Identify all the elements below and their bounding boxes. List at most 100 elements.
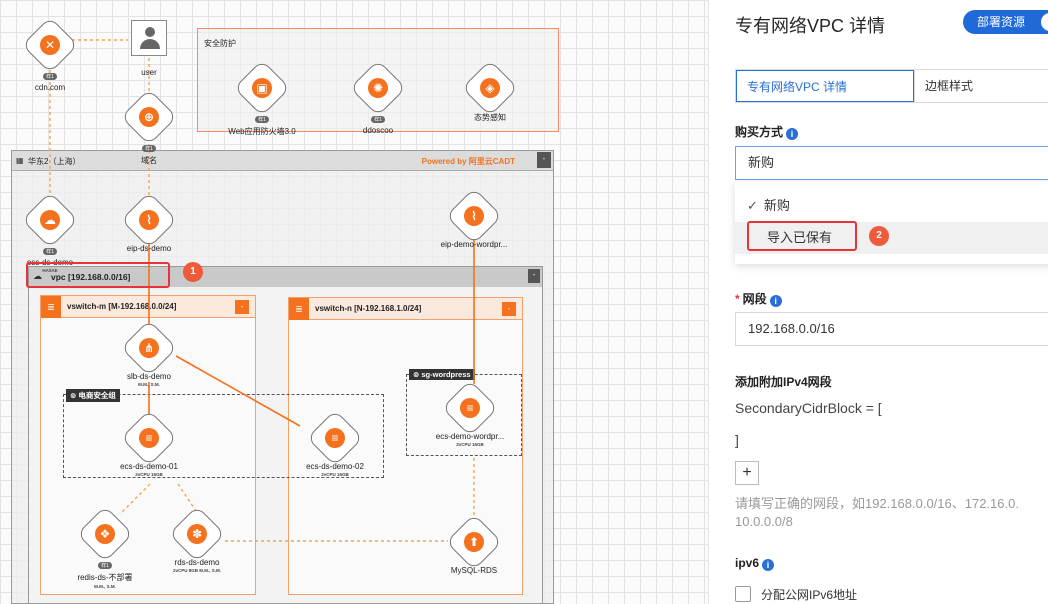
import-option-highlight [747,221,857,251]
region-grid-icon: ▦ [16,156,24,165]
cidr-label: * 网段 i [735,290,782,307]
cdn-icon: ✕ [40,35,60,55]
database-icon: ✽ [187,524,207,544]
node-label: ecs-ds-demo-02 [306,462,364,471]
redis-node[interactable]: ❖ 样1 redis-ds-不部署 M.M., S.M. [60,505,150,589]
user-node[interactable] [131,20,167,56]
node-spec: 2vCPU 16GB [135,472,163,477]
ddos-icon: ✺ [368,78,388,98]
node-tag: 样1 [142,145,156,152]
node-label: Web应用防火墙3.0 [228,127,296,136]
vswitch-m-collapse-button[interactable]: - [235,300,249,314]
panel-title: 专有网络VPC 详情 [735,16,886,36]
node-label: user [141,68,157,77]
architecture-canvas[interactable]: 安全防护 ▦ 华东2（上海） Powered by 阿里云CADT - ☁ vp… [0,0,708,604]
deploy-resources-toggle[interactable]: 部署资源 [963,10,1048,34]
required-mark: * [735,292,740,306]
node-spec: M.M., S.M. [94,584,116,589]
node-label: eip-ds-demo [126,244,172,253]
panel-tabs: 专有网络VPC 详情 边框样式 [735,69,1048,103]
region-title: 华东2（上海） [28,157,81,166]
node-tag: 样1 [98,562,112,569]
secondary-cidr-close: ] [735,432,739,448]
node-label: cdn.com [34,83,66,92]
eip-icon: ⌇ [464,206,484,226]
vswitch-icon: ≣ [289,298,309,320]
node-label: MySQL-RDS [450,566,498,575]
step-badge-2: 2 [869,226,889,246]
situation-awareness-node[interactable]: ◈ 态势感知 [445,59,535,123]
ipv6-checkbox-label[interactable]: 分配公网IPv6地址 [761,586,857,603]
ecs-01-node[interactable]: ≡ ecs-ds-demo-01 2vCPU 16GB [104,409,194,477]
eip-icon: ⌇ [139,210,159,230]
vswitch-m-header: ≣ vswitch-m [M-192.168.0.0/24] - [41,296,255,318]
eip-node[interactable]: ⌇ eip-ds-demo [104,191,194,253]
node-label: ecs-demo-wordpr... [435,432,505,441]
node-label: redis-ds-不部署 [77,573,133,582]
vpc-highlight-box [26,262,170,288]
vswitch-icon: ≣ [41,296,61,318]
buy-method-select[interactable]: 新购 [735,146,1048,180]
vswitch-n-collapse-button[interactable]: - [502,302,516,316]
ecs-wordpress-node[interactable]: ≡ ecs-demo-wordpr... 2vCPU 16GB [425,379,515,447]
info-icon[interactable]: i [762,559,775,571]
user-icon [145,27,155,37]
eip-wordpress-node[interactable]: ⌇ eip-demo-wordpr... [429,187,519,249]
option-new-purchase[interactable]: ✓ 新购 [735,190,1048,222]
domain-node[interactable]: ⊕ 样1 域名 [104,88,194,166]
firewall-icon: ▣ [252,78,272,98]
mysql-icon: ⬆ [464,532,484,552]
vswitch-n-header: ≣ vswitch-n [N-192.168.1.0/24] - [289,298,522,320]
mysql-rds-node[interactable]: ⬆ MySQL-RDS [429,513,519,575]
node-spec: 2vCPU 16GB [321,472,349,477]
vswitch-n-title: vswitch-n [N-192.168.1.0/24] [315,304,422,313]
toggle-knob [1041,13,1048,31]
redis-icon: ❖ [95,524,115,544]
vswitch-m-title: vswitch-m [M-192.168.0.0/24] [67,302,177,311]
node-tag: 样1 [255,116,269,123]
node-tag: 样1 [43,248,57,255]
server-icon: ≡ [325,428,345,448]
node-spec: 2vCPU 16GB [456,442,484,447]
ipv6-checkbox[interactable] [735,586,751,602]
tab-border-style[interactable]: 边框样式 [914,70,1048,102]
server-icon: ≡ [460,398,480,418]
slb-node[interactable]: ⋔ slb-ds-demo M.M., S.M. [104,319,194,387]
node-spec: 2vCPU 8GB M.M., S.M. [172,568,221,573]
waf-node[interactable]: ▣ 样1 Web应用防火墙3.0 [217,59,307,137]
region-collapse-button[interactable]: - [537,152,551,168]
cloud-upload-icon: ☁ [40,210,60,230]
ipv6-label: ipv6 i [735,556,775,571]
node-tag: 样1 [371,116,385,123]
node-label: ecs-ds-demo-01 [120,462,178,471]
ecommerce-sg-label: ⊚ 电商安全组 [66,389,120,402]
node-label: ddoscoo [362,126,394,135]
deploy-label: 部署资源 [977,15,1026,29]
shield-check-icon: ◈ [480,78,500,98]
security-group-title: 安全防护 [204,39,236,48]
region-header: ▦ 华东2（上海） Powered by 阿里云CADT - [12,151,553,171]
info-icon[interactable]: i [769,295,782,307]
node-spec: M.M., S.M. [138,382,160,387]
buy-method-label: 购买方式 i [735,123,799,140]
load-balancer-icon: ⋔ [139,338,159,358]
user-label-wrap: user [104,64,194,77]
cidr-hint-line1: 请填写正确的网段，如192.168.0.0/16、172.16.0. [735,496,1019,511]
rds-node[interactable]: ✽ rds-ds-demo 2vCPU 8GB M.M., S.M. [152,505,242,573]
wordpress-sg-label: ⊚ sg-wordpress [409,369,475,380]
vpc-collapse-button[interactable]: - [528,269,540,283]
check-icon: ✓ [747,198,758,213]
cidr-input[interactable]: 192.168.0.0/16 [735,312,1048,346]
ecs-02-node[interactable]: ≡ ecs-ds-demo-02 2vCPU 16GB [290,409,380,477]
info-icon[interactable]: i [786,128,799,140]
node-label: eip-demo-wordpr... [440,240,508,249]
cdn-node[interactable]: ✕ 样1 cdn.com [5,16,95,92]
node-label: 态势感知 [474,113,506,122]
add-cidr-button[interactable]: + [735,461,759,485]
server-icon: ≡ [139,428,159,448]
node-label: 域名 [141,156,157,165]
node-label: rds-ds-demo [174,558,220,567]
tab-vpc-details[interactable]: 专有网络VPC 详情 [736,70,914,102]
ddos-node[interactable]: ✺ 样1 ddoscoo [333,59,423,135]
globe-icon: ⊕ [139,107,159,127]
